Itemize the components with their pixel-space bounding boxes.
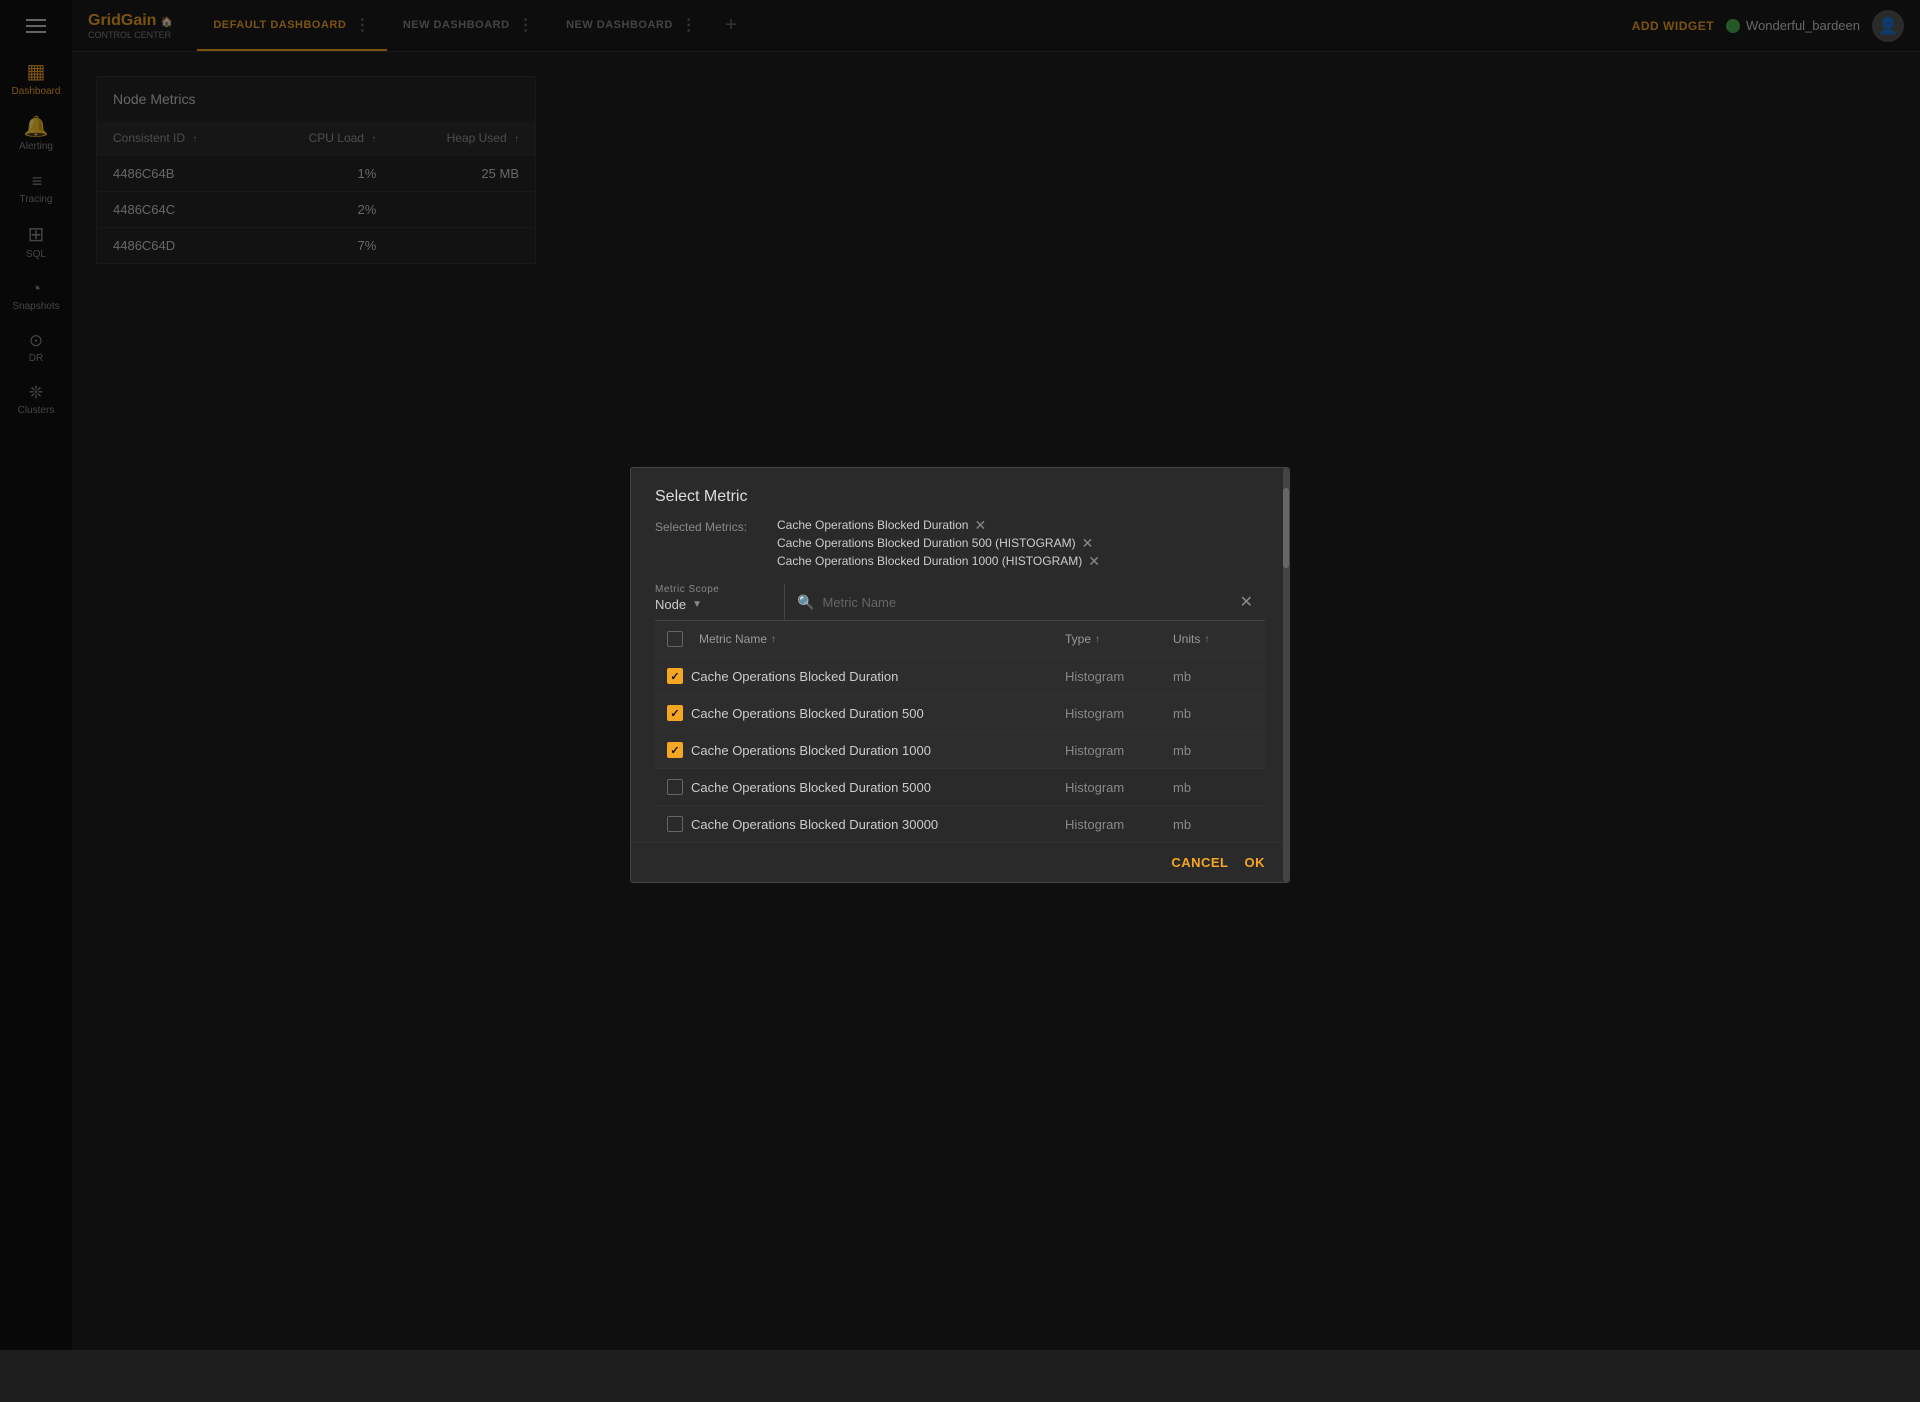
cancel-button[interactable]: CANCEL (1171, 855, 1228, 870)
metric-checkbox-4[interactable] (667, 816, 683, 832)
selected-chip-0: Cache Operations Blocked Duration ✕ (777, 518, 1265, 532)
list-item: Cache Operations Blocked Duration 1000 H… (655, 731, 1265, 768)
chip-remove-button[interactable]: ✕ (1082, 536, 1094, 550)
metrics-list: Metric Name ↑ Type ↑ Units ↑ Cache O (655, 621, 1265, 842)
chip-remove-button[interactable]: ✕ (1088, 554, 1100, 568)
col-header-type[interactable]: Type ↑ (1065, 632, 1165, 646)
modal-scrollbar-thumb (1283, 488, 1289, 568)
modal-body: Selected Metrics: Cache Operations Block… (631, 518, 1289, 842)
metric-checkbox-0[interactable] (667, 668, 683, 684)
select-metric-modal: Select Metric Selected Metrics: Cache Op… (630, 467, 1290, 883)
modal-footer: CANCEL OK (631, 842, 1289, 882)
list-item: Cache Operations Blocked Duration 500 Hi… (655, 694, 1265, 731)
metric-type-cell: Histogram (1065, 706, 1165, 721)
metric-name-cell: Cache Operations Blocked Duration 500 (691, 706, 1057, 721)
modal-title: Select Metric (631, 468, 1289, 518)
metric-type-cell: Histogram (1065, 743, 1165, 758)
metric-units-cell: mb (1173, 743, 1253, 758)
list-item: Cache Operations Blocked Duration 5000 H… (655, 768, 1265, 805)
ok-button[interactable]: OK (1245, 855, 1266, 870)
search-clear-button[interactable]: ✕ (1240, 592, 1253, 612)
sort-icon: ↑ (1204, 634, 1209, 645)
list-item: Cache Operations Blocked Duration Histog… (655, 657, 1265, 694)
selected-chip-2: Cache Operations Blocked Duration 1000 (… (777, 554, 1265, 568)
metric-checkbox-3[interactable] (667, 779, 683, 795)
chip-label: Cache Operations Blocked Duration (777, 518, 968, 532)
selected-metrics-label: Selected Metrics: (655, 518, 765, 534)
sort-icon: ↑ (771, 634, 776, 645)
metric-name-cell: Cache Operations Blocked Duration 1000 (691, 743, 1057, 758)
metric-scope-select[interactable]: Node ▼ (655, 597, 768, 612)
metric-checkbox-2[interactable] (667, 742, 683, 758)
search-block: 🔍 ✕ (785, 592, 1265, 620)
metric-units-cell: mb (1173, 780, 1253, 795)
metric-name-cell: Cache Operations Blocked Duration 5000 (691, 780, 1057, 795)
metrics-list-header: Metric Name ↑ Type ↑ Units ↑ (655, 621, 1265, 657)
select-all-checkbox[interactable] (667, 631, 683, 647)
col-header-metric-name[interactable]: Metric Name ↑ (699, 632, 1057, 646)
chip-label: Cache Operations Blocked Duration 1000 (… (777, 554, 1082, 568)
chip-label: Cache Operations Blocked Duration 500 (H… (777, 536, 1076, 550)
metric-scope-block: Metric Scope Node ▼ (655, 584, 785, 620)
metric-scope-label: Metric Scope (655, 584, 768, 595)
metric-name-cell: Cache Operations Blocked Duration (691, 669, 1057, 684)
metric-name-cell: Cache Operations Blocked Duration 30000 (691, 817, 1057, 832)
chip-remove-button[interactable]: ✕ (974, 518, 986, 532)
scope-value: Node (655, 597, 686, 612)
search-input[interactable] (822, 595, 1231, 610)
modal-overlay[interactable]: Select Metric Selected Metrics: Cache Op… (0, 0, 1920, 1350)
metric-units-cell: mb (1173, 669, 1253, 684)
metric-type-cell: Histogram (1065, 780, 1165, 795)
selected-chip-1: Cache Operations Blocked Duration 500 (H… (777, 536, 1265, 550)
modal-scrollbar[interactable] (1283, 468, 1289, 882)
selected-metrics-section: Selected Metrics: Cache Operations Block… (655, 518, 1265, 568)
dropdown-arrow-icon: ▼ (692, 599, 702, 610)
list-item: Cache Operations Blocked Duration 30000 … (655, 805, 1265, 842)
metric-type-cell: Histogram (1065, 669, 1165, 684)
metric-checkbox-1[interactable] (667, 705, 683, 721)
col-header-units[interactable]: Units ↑ (1173, 632, 1253, 646)
metric-units-cell: mb (1173, 817, 1253, 832)
search-icon: 🔍 (797, 594, 814, 611)
filter-row: Metric Scope Node ▼ 🔍 ✕ (655, 584, 1265, 621)
metric-type-cell: Histogram (1065, 817, 1165, 832)
selected-chips-list: Cache Operations Blocked Duration ✕ Cach… (777, 518, 1265, 568)
sort-icon: ↑ (1095, 634, 1100, 645)
metric-units-cell: mb (1173, 706, 1253, 721)
